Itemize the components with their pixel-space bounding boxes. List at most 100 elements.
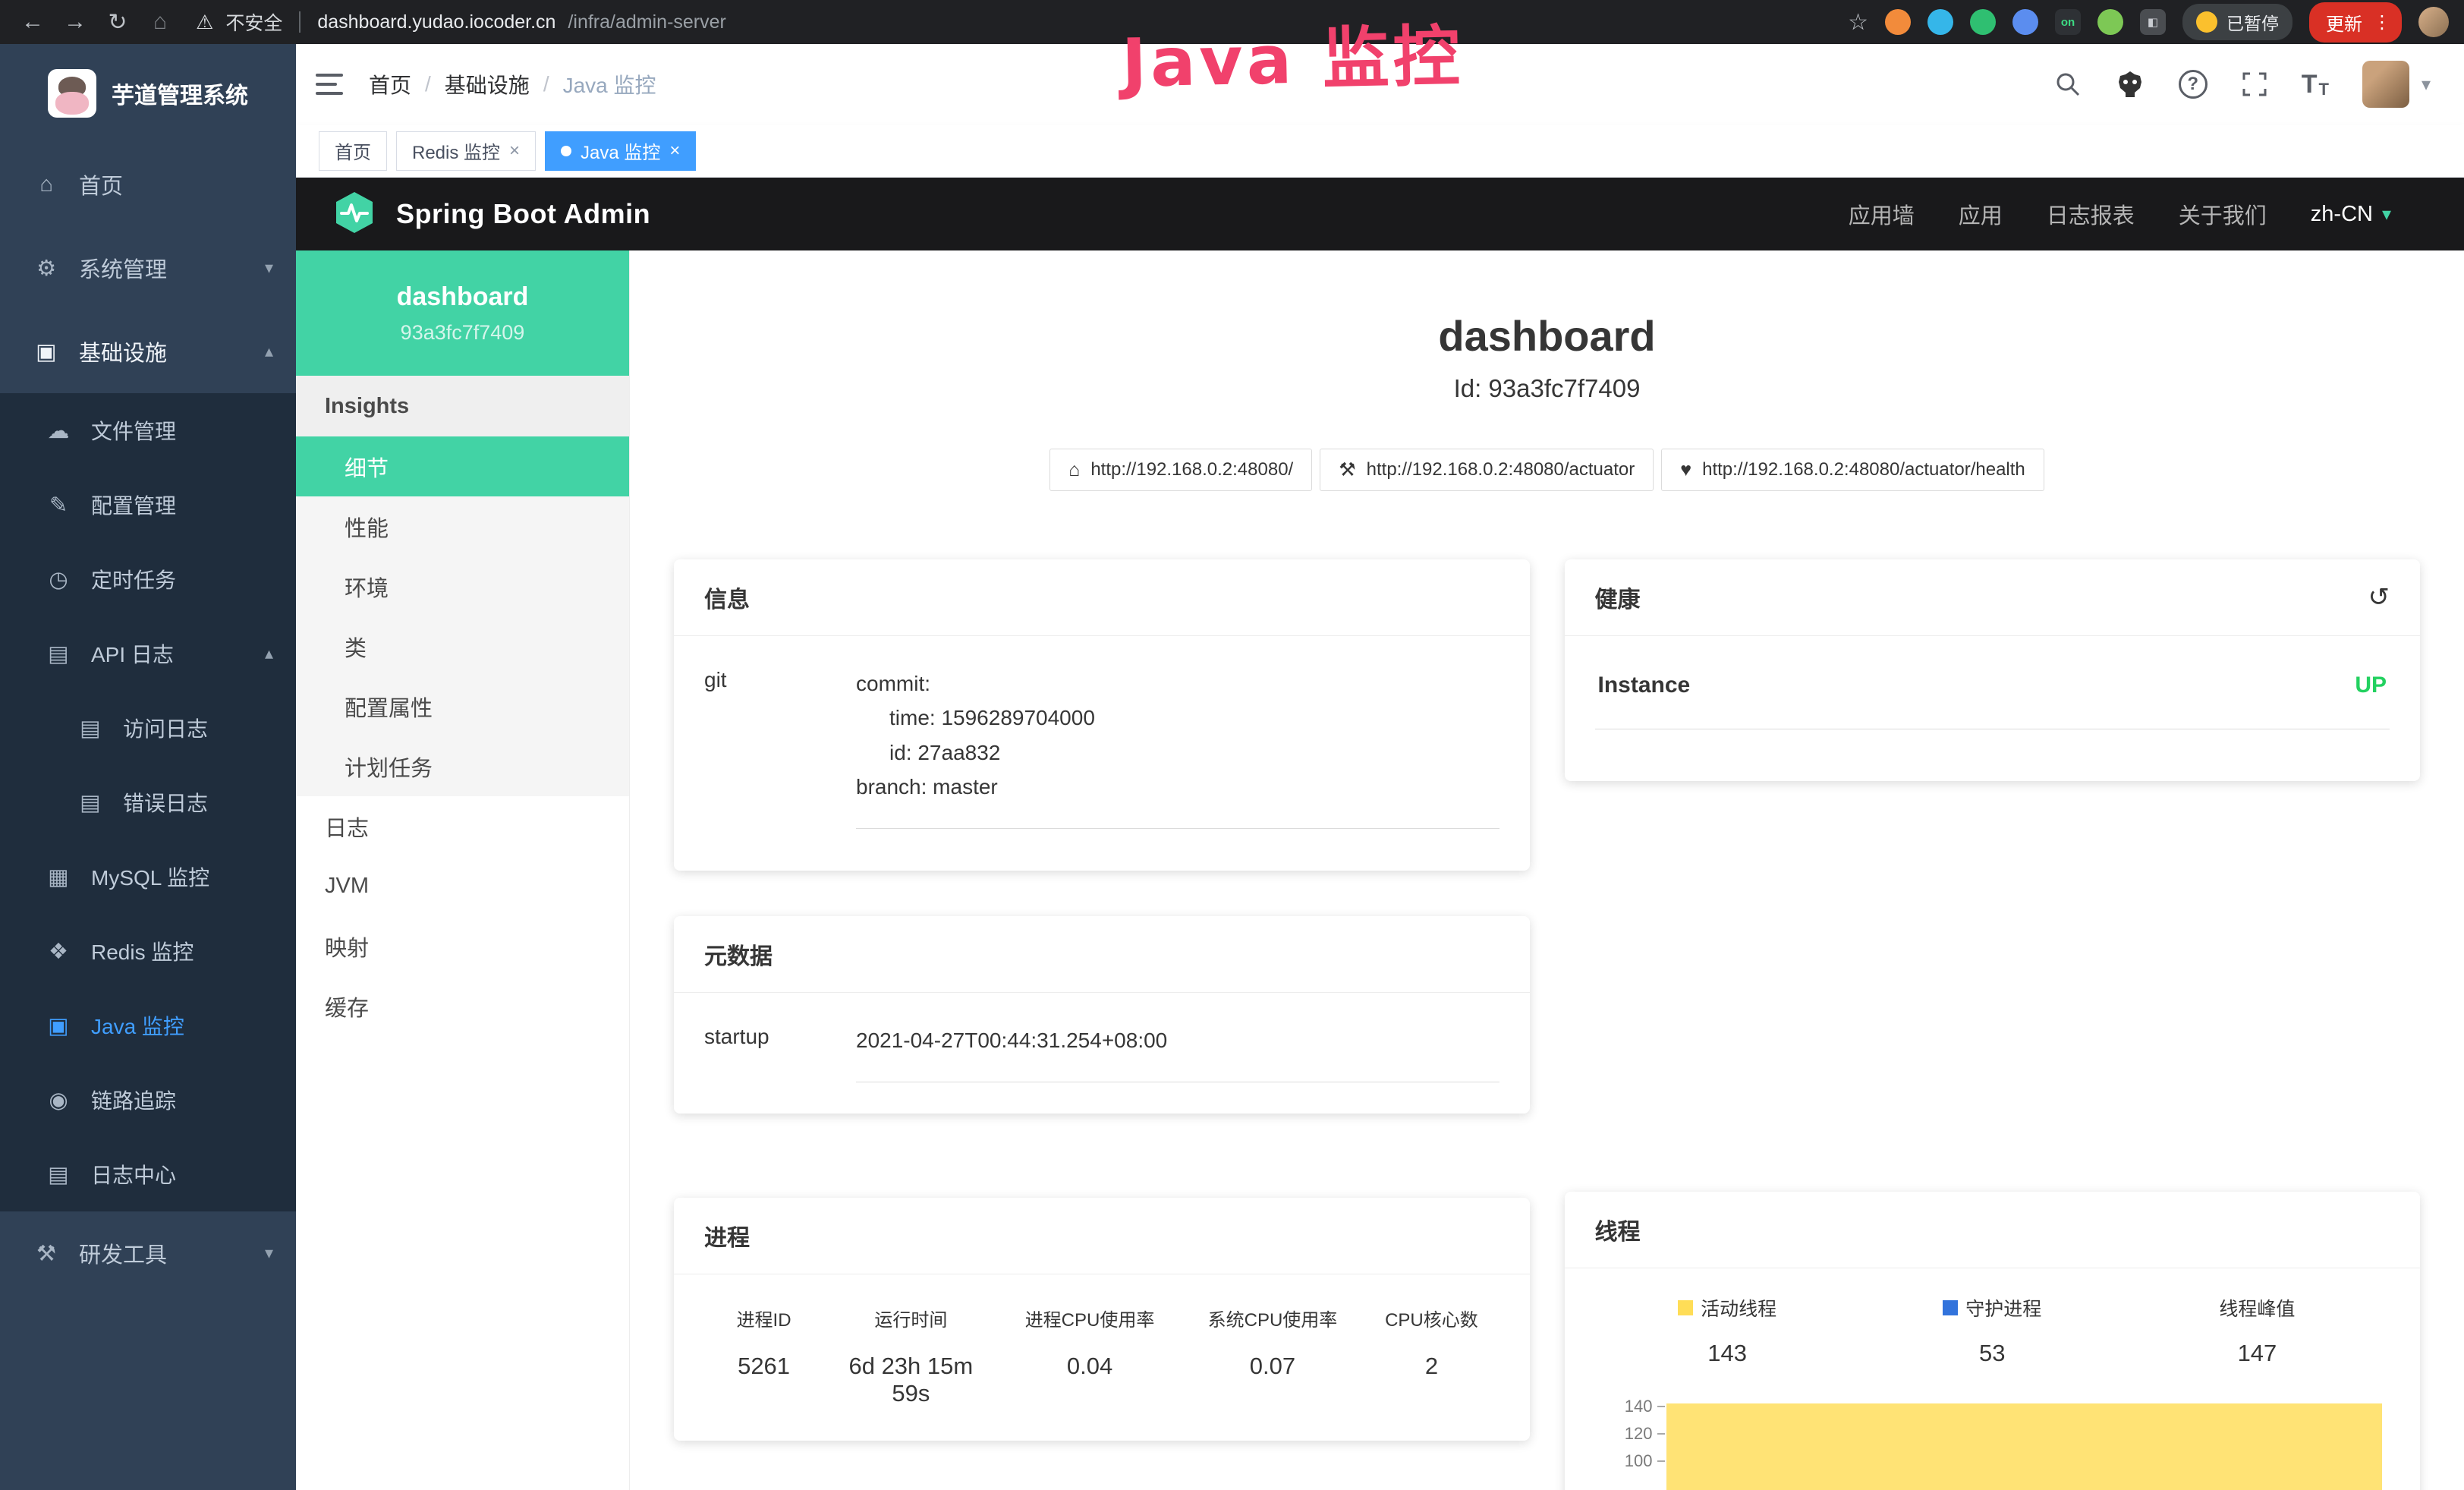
extension-icon-switch-on[interactable]: on — [2055, 9, 2081, 35]
metadata-card: 元数据 startup 2021-04-27T00:44:31.254+08:0… — [674, 916, 1530, 1114]
sba-nav-journal[interactable]: 日志报表 — [2047, 198, 2135, 230]
cpu-cores-value: 2 — [1370, 1353, 1493, 1380]
avatar-caret-icon[interactable]: ▾ — [2422, 74, 2431, 96]
chart-y-axis: 140 120 100 — [1595, 1393, 1665, 1490]
sidebar-item-mysql-monitor[interactable]: ▦ MySQL 监控 — [0, 840, 296, 914]
page-area: 首页 / 基础设施 / Java 监控 ? T T ▾ — [296, 44, 2464, 1490]
browser-profile-avatar[interactable] — [2418, 7, 2449, 37]
bookmark-star-icon[interactable]: ☆ — [1848, 9, 1868, 36]
app-title: 芋道管理系统 — [112, 77, 248, 110]
extension-icon-blue-drop[interactable] — [1927, 9, 1953, 35]
extensions-puzzle-icon[interactable]: ◧ — [2140, 9, 2166, 35]
locale-selector[interactable]: zh-CN ▾ — [2311, 202, 2391, 227]
sidebar-item-scheduled[interactable]: 计划任务 — [296, 736, 629, 796]
sidebar-item-java-monitor[interactable]: ▣ Java 监控 — [0, 988, 296, 1063]
tab-java-monitor[interactable]: Java 监控 × — [545, 131, 696, 171]
omnibox-divider — [299, 11, 301, 33]
sidebar-item-environment[interactable]: 环境 — [296, 556, 629, 616]
sidebar-item-access-log[interactable]: ▤ 访问日志 — [0, 691, 296, 765]
instance-label: Instance — [1598, 673, 1691, 698]
tab-home[interactable]: 首页 — [319, 131, 387, 171]
sidebar-item-trace[interactable]: ◉ 链路追踪 — [0, 1063, 296, 1137]
extension-icon-orange[interactable] — [1885, 9, 1911, 35]
health-url-link[interactable]: ♥ http://192.168.0.2:48080/actuator/heal… — [1661, 449, 2044, 491]
instance-header[interactable]: dashboard 93a3fc7f7409 — [296, 250, 629, 376]
sidebar-item-dev-tools[interactable]: ⚒ 研发工具 ▾ — [0, 1211, 296, 1295]
sidebar-group-insights[interactable]: Insights — [296, 376, 629, 436]
extension-icon-grid[interactable] — [2012, 9, 2038, 35]
threads-card-title: 线程 — [1565, 1192, 2421, 1268]
sidebar-item-api-log[interactable]: ▤ API 日志 ▴ — [0, 616, 296, 691]
sidebar-item-performance[interactable]: 性能 — [296, 496, 629, 556]
sba-brand-title[interactable]: Spring Boot Admin — [396, 198, 650, 230]
info-card-title: 信息 — [674, 559, 1530, 636]
actuator-url-link[interactable]: ⚒ http://192.168.0.2:48080/actuator — [1320, 449, 1654, 491]
sidebar-item-scheduled-tasks[interactable]: ◷ 定时任务 — [0, 542, 296, 616]
address-bar[interactable]: ⚠ 不安全 dashboard.yudao.iocoder.cn/infra/a… — [196, 8, 726, 36]
breadcrumb-home[interactable]: 首页 — [369, 69, 411, 99]
breadcrumb-current: Java 监控 — [563, 69, 656, 99]
sidebar-item-caches[interactable]: 缓存 — [296, 976, 629, 1036]
sidebar-item-label: 系统管理 — [79, 252, 167, 284]
instance-id-subtitle: Id: 93a3fc7f7409 — [674, 374, 2420, 403]
sidebar-item-redis-monitor[interactable]: ❖ Redis 监控 — [0, 914, 296, 988]
search-icon[interactable] — [2054, 71, 2082, 98]
help-icon[interactable]: ? — [2179, 70, 2208, 99]
extension-icon-green[interactable] — [1970, 9, 1996, 35]
security-label[interactable]: 不安全 — [225, 8, 282, 36]
sidebar-item-system-management[interactable]: ⚙ 系统管理 ▾ — [0, 226, 296, 310]
metadata-card-body: startup 2021-04-27T00:44:31.254+08:00 — [674, 993, 1530, 1114]
active-threads-swatch-icon — [1678, 1300, 1693, 1315]
app-logo-row[interactable]: 芋道管理系统 — [0, 44, 296, 143]
sidebar-item-label: 配置管理 — [91, 490, 176, 520]
font-size-large-glyph: T — [2302, 70, 2318, 99]
home-icon[interactable]: ⌂ — [143, 9, 178, 35]
sidebar-item-config-props[interactable]: 配置属性 — [296, 676, 629, 736]
instance-links: ⌂ http://192.168.0.2:48080/ ⚒ http://192… — [674, 449, 2420, 491]
service-url-link[interactable]: ⌂ http://192.168.0.2:48080/ — [1049, 449, 1312, 491]
sba-nav-about[interactable]: 关于我们 — [2179, 198, 2267, 230]
fullscreen-icon[interactable] — [2241, 71, 2268, 98]
font-size-icon[interactable]: T T — [2302, 70, 2329, 99]
sba-nav-wallboard[interactable]: 应用墙 — [1849, 198, 1915, 230]
health-card-title: 健康 — [1595, 581, 1641, 614]
sba-nav-applications[interactable]: 应用 — [1959, 198, 2003, 230]
sidebar-item-details[interactable]: 细节 — [296, 436, 629, 496]
paused-badge[interactable]: 已暂停 — [2182, 4, 2292, 40]
sidebar-item-file-management[interactable]: ☁ 文件管理 — [0, 393, 296, 468]
close-icon[interactable]: × — [509, 140, 520, 162]
chevron-up-icon: ▴ — [265, 644, 273, 663]
user-avatar[interactable] — [2362, 61, 2409, 108]
history-icon[interactable]: ↺ — [2368, 582, 2390, 613]
sidebar-item-label: API 日志 — [91, 638, 174, 669]
reload-icon[interactable]: ↻ — [100, 9, 135, 36]
tick-mark — [1657, 1460, 1665, 1462]
tab-redis-monitor[interactable]: Redis 监控 × — [396, 131, 536, 171]
instance-top-items: 日志 JVM 映射 缓存 — [296, 796, 629, 1036]
sidebar-item-config-management[interactable]: ✎ 配置管理 — [0, 468, 296, 542]
y-tick-label: 120 — [1625, 1424, 1653, 1444]
threads-chart: 140 120 100 — [1595, 1393, 2390, 1490]
monitor-icon: ▦ — [44, 864, 73, 890]
sidebar-item-jvm[interactable]: JVM — [296, 856, 629, 916]
menu-toggle-icon[interactable] — [316, 74, 343, 95]
back-icon[interactable]: ← — [15, 9, 50, 35]
tools-icon: ⚒ — [32, 1240, 61, 1267]
close-icon[interactable]: × — [669, 140, 680, 162]
y-tick-label: 140 — [1625, 1397, 1653, 1416]
extension-icon-leaf[interactable] — [2097, 9, 2123, 35]
sidebar-item-classes[interactable]: 类 — [296, 616, 629, 676]
browser-menu-dots-icon[interactable]: ⋮ — [2373, 11, 2391, 33]
breadcrumb-infrastructure[interactable]: 基础设施 — [445, 69, 530, 99]
sidebar-item-log-center[interactable]: ▤ 日志中心 — [0, 1137, 296, 1211]
sidebar-item-infrastructure[interactable]: ▣ 基础设施 ▴ — [0, 310, 296, 393]
sidebar-item-home[interactable]: ⌂ 首页 — [0, 143, 296, 226]
forward-icon[interactable]: → — [58, 9, 93, 35]
link-url: http://192.168.0.2:48080/actuator/health — [1702, 459, 2025, 480]
sidebar-item-mappings[interactable]: 映射 — [296, 916, 629, 976]
github-icon[interactable] — [2115, 70, 2145, 99]
sidebar-item-logs[interactable]: 日志 — [296, 796, 629, 856]
sidebar-item-error-log[interactable]: ▤ 错误日志 — [0, 765, 296, 840]
health-instance-row[interactable]: Instance UP — [1595, 666, 2390, 729]
browser-update-button[interactable]: 更新 ⋮ — [2309, 2, 2402, 43]
